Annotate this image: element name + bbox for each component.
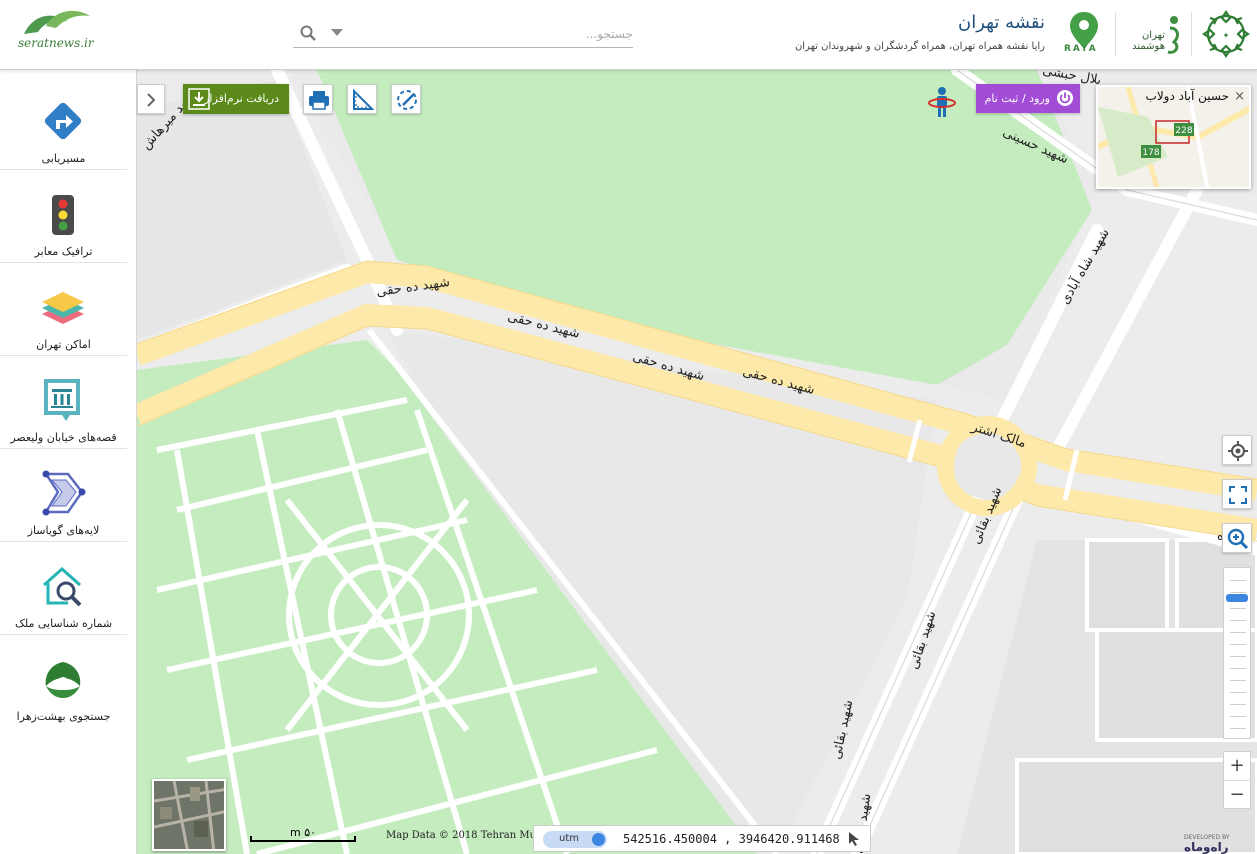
coord-mode-toggle[interactable]: utm [543, 831, 607, 848]
street-view-person-icon[interactable] [928, 86, 956, 118]
zoom-out-button[interactable]: − [1224, 780, 1250, 808]
map-canvas[interactable]: شهید ده حقی شهید ده حقی شهید ده حقی شهید… [137, 70, 1257, 854]
sidebar-item-label: ترافیک معابر [34, 245, 93, 258]
zoom-tick [1230, 608, 1246, 609]
zoom-tick [1230, 692, 1246, 693]
print-icon [309, 91, 329, 110]
zoom-tick [1230, 668, 1246, 669]
sidebar: مسیریابی ترافیک معابر اماکن تهران قصه‌ها… [0, 70, 137, 854]
title-block: نقشه تهران رایا نقشه همراه تهران، همراه … [795, 12, 1045, 52]
minimap-badge: 228 [1175, 126, 1192, 136]
developer-logo[interactable]: راه‌وماه [1184, 840, 1229, 854]
zoom-tick [1230, 704, 1246, 705]
zoom-in-magnifier-icon [1227, 528, 1249, 550]
zoom-slider[interactable] [1223, 567, 1251, 739]
zoom-tick [1230, 656, 1246, 657]
sidebar-item-layers[interactable]: لایه‌های گویاساز [0, 452, 127, 542]
measure-button[interactable] [347, 84, 377, 114]
zoom-tick [1230, 632, 1246, 633]
search-box [293, 20, 633, 48]
zoom-tick [1230, 716, 1246, 717]
ruler-icon [353, 88, 375, 110]
zoom-box-button[interactable] [1222, 523, 1252, 553]
svg-text:✦: ✦ [1223, 31, 1230, 40]
scale-bar: m ۵۰ [250, 826, 356, 842]
divider [1191, 12, 1192, 56]
fullscreen-icon [1229, 486, 1247, 504]
coordinate-value: 542516.450004 , 3946420.911468 [623, 832, 840, 846]
sidebar-item-label: لایه‌های گویاساز [27, 524, 100, 537]
coord-mode-label: utm [559, 833, 579, 844]
house-search-icon [43, 566, 82, 607]
sidebar-item-valiasr-stories[interactable]: قصه‌های خیابان ولیعصر [0, 359, 127, 449]
zoom-tick [1230, 644, 1246, 645]
login-register-button[interactable]: ورود / ثبت نام [976, 84, 1080, 113]
sidebar-item-label: مسیریابی [41, 152, 86, 165]
draw-button[interactable] [391, 84, 421, 114]
chevron-right-icon [147, 93, 156, 107]
sidebar-item-label: اماکن تهران [36, 338, 91, 351]
locate-me-button[interactable] [1222, 435, 1252, 465]
tehran-municipality-emblem[interactable]: ✦ [1200, 8, 1252, 60]
zoom-tick [1230, 680, 1246, 681]
satellite-thumbnail [154, 781, 224, 849]
download-label: دریافت نرم‌افزار [204, 92, 279, 105]
zoom-tick [1230, 728, 1246, 729]
power-icon [1057, 90, 1073, 106]
download-app-button[interactable]: دریافت نرم‌افزار [183, 84, 289, 114]
sidebar-item-routing[interactable]: مسیریابی [0, 80, 127, 170]
minimap-badge: 178 [1142, 148, 1159, 158]
scale-label: m ۵۰ [289, 826, 317, 839]
sidebar-item-behesht-zahra[interactable]: جستجوی بهشت‌زهرا [0, 638, 127, 728]
sidebar-item-property-id[interactable]: شماره شناسایی ملک [0, 545, 127, 635]
zoom-tick [1230, 620, 1246, 621]
divider [1115, 12, 1116, 56]
coordinate-display: utm 542516.450004 , 3946420.911468 [533, 825, 871, 852]
cursor-arrow-icon [849, 832, 859, 846]
overview-minimap[interactable]: 228 178 حسین آباد دولاب × [1096, 85, 1251, 189]
zoom-in-button[interactable]: + [1224, 752, 1250, 780]
header: seratnews.ir نقشه تهران رایا نقشه همراه … [0, 0, 1257, 70]
raya-label: RAYA [1064, 44, 1098, 54]
monument-icon [44, 379, 80, 421]
zoom-tick [1230, 580, 1246, 581]
map-attribution: Map Data © 2018 Tehran Munici [386, 830, 555, 841]
zoom-tick [1230, 592, 1246, 593]
print-button[interactable] [303, 84, 333, 114]
chevron-down-icon[interactable] [331, 29, 343, 36]
search-input[interactable] [363, 22, 633, 46]
sidebar-toggle-button[interactable] [137, 84, 165, 114]
search-icon[interactable] [299, 24, 317, 42]
minimap-label: حسین آباد دولاب [1145, 89, 1229, 103]
route-icon [44, 102, 82, 140]
satellite-layer-toggle[interactable] [152, 779, 226, 851]
sidebar-item-label: شماره شناسایی ملک [14, 617, 113, 630]
brand-text: seratnews.ir [18, 36, 94, 50]
login-label: ورود / ثبت نام [984, 92, 1050, 105]
draw-shape-icon [397, 90, 417, 110]
zoom-controls: + − [1223, 751, 1251, 809]
seratnews-logo[interactable] [16, 4, 98, 60]
traffic-light-icon [52, 195, 74, 235]
close-icon[interactable]: × [1234, 89, 1245, 104]
sidebar-item-label: جستجوی بهشت‌زهرا [16, 710, 111, 723]
toggle-knob [592, 833, 605, 846]
crosshair-icon [1228, 441, 1248, 461]
polygon-layer-icon [42, 470, 86, 516]
layers-icon [42, 292, 84, 324]
zoom-slider-handle[interactable] [1226, 594, 1248, 602]
page-subtitle: رایا نقشه همراه تهران، همراه گردشگران و … [794, 41, 1045, 52]
smart-tehran-label: تهران هوشمند [1132, 30, 1165, 52]
leaf-emblem-icon [45, 662, 81, 698]
page-title: نقشه تهران [957, 12, 1045, 33]
sidebar-item-label: قصه‌های خیابان ولیعصر [10, 431, 117, 444]
sidebar-item-traffic[interactable]: ترافیک معابر [0, 173, 127, 263]
fullscreen-button[interactable] [1222, 479, 1252, 509]
sidebar-item-places[interactable]: اماکن تهران [0, 266, 127, 356]
map-base: شهید ده حقی شهید ده حقی شهید ده حقی شهید… [137, 70, 1257, 854]
